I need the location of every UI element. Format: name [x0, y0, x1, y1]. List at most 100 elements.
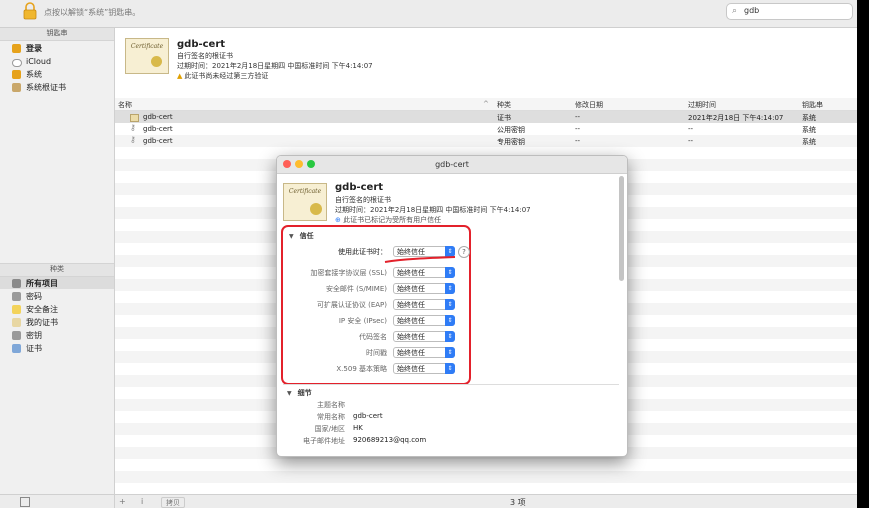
all-items-icon [12, 279, 21, 288]
certificate-dialog: gdb-cert Certificate gdb-cert 自行签名的根证书 过… [276, 155, 628, 457]
trust-label-smime: 安全邮件 (S/MIME) [325, 285, 387, 293]
copy-button[interactable]: 拷贝 [161, 497, 185, 508]
when-using-value: 始终信任 [397, 248, 425, 256]
dialog-cert-subtitle: 自行签名的根证书 [335, 196, 391, 204]
sidebar-item-label: 系统根证书 [26, 83, 66, 92]
empty-row [115, 471, 857, 483]
item-count: 3 项 [510, 498, 526, 507]
sidebar-item-login[interactable]: 登录 [12, 43, 42, 54]
warning-icon: ▲ [177, 72, 183, 80]
disclosure-triangle-icon: ▼ [287, 390, 292, 397]
column-modified[interactable]: 修改日期 [575, 100, 603, 110]
column-kind[interactable]: 种类 [497, 100, 511, 110]
lock-hint: 点按以解锁“系统”钥匙串。 [44, 8, 141, 17]
trust-select-timestamping[interactable]: 始终信任 ⇕ [393, 347, 455, 358]
table-row[interactable]: gdb-cert 证书 -- 2021年2月18日 下午4:14:07 系统 [115, 111, 857, 123]
trust-select-ipsec[interactable]: 始终信任 ⇕ [393, 315, 455, 326]
certificate-icon: Certificate [125, 38, 169, 74]
trust-select-code-signing[interactable]: 始终信任 ⇕ [393, 331, 455, 342]
add-button[interactable]: + [119, 497, 126, 506]
trust-select-smime[interactable]: 始终信任 ⇕ [393, 283, 455, 294]
row-expires: -- [688, 137, 694, 145]
search-field[interactable]: ⌕ gdb [726, 3, 853, 20]
dialog-cert-trust-note: ⊕ 此证书已标记为受所有用户信任 [335, 215, 441, 225]
certificate-icon [12, 318, 21, 327]
minimize-button[interactable] [295, 160, 303, 168]
sidebar-item-all-items[interactable]: 所有项目 [12, 278, 58, 289]
plus-icon: ⊕ [335, 216, 341, 224]
categories-header: 种类 [0, 263, 114, 277]
help-button[interactable]: ? [458, 246, 470, 258]
keychains-header: 钥匙串 [0, 28, 114, 41]
cloud-icon [12, 59, 22, 67]
sidebar-item-system-roots[interactable]: 系统根证书 [12, 82, 66, 93]
sidebar-item-passwords[interactable]: 密码 [12, 291, 42, 302]
sidebar-item-secure-notes[interactable]: 安全备注 [12, 304, 58, 315]
sidebar-item-label: 密码 [26, 292, 42, 301]
row-modified: -- [575, 113, 581, 121]
dialog-title: gdb-cert [277, 156, 627, 174]
chevron-updown-icon: ⇕ [445, 267, 455, 278]
trust-label-x509: X.509 基本策略 [336, 365, 387, 373]
annotation-underline [384, 256, 456, 263]
detail-label-country: 国家/地区 [314, 425, 345, 433]
row-keychain: 系统 [802, 138, 816, 146]
sidebar-item-icloud[interactable]: iCloud [12, 56, 52, 67]
column-expires[interactable]: 过期时间 [688, 100, 716, 110]
sidebar-item-system[interactable]: 系统 [12, 69, 42, 80]
sidebar-item-label: iCloud [26, 57, 52, 66]
sidebar: 钥匙串 登录 iCloud 系统 系统根证书 种类 所有项目 密码 安全备注 我… [0, 28, 115, 508]
trust-value: 始终信任 [397, 285, 425, 293]
details-section-toggle[interactable]: ▼ 细节 [287, 388, 312, 398]
row-modified: -- [575, 137, 581, 145]
detail-value-country: HK [353, 424, 363, 432]
trust-label-code-signing: 代码签名 [359, 333, 387, 341]
trust-value: 始终信任 [397, 365, 425, 373]
sidebar-item-label: 密钥 [26, 331, 42, 340]
trust-select-eap[interactable]: 始终信任 ⇕ [393, 299, 455, 310]
row-kind: 公用密钥 [497, 126, 525, 134]
row-expires: -- [688, 125, 694, 133]
table-header: 名称 ^ 种类 修改日期 过期时间 钥匙串 [115, 98, 857, 111]
trust-select-ssl[interactable]: 始终信任 ⇕ [393, 267, 455, 278]
cert-expires: 过期时间：2021年2月18日星期四 中国标准时间 下午4:14:07 [177, 62, 373, 70]
close-button[interactable] [283, 160, 291, 168]
empty-row [115, 459, 857, 471]
table-row[interactable]: ⚷ gdb-cert 专用密钥 -- -- 系统 [115, 135, 857, 147]
dialog-cert-expires: 过期时间：2021年2月18日星期四 中国标准时间 下午4:14:07 [335, 206, 531, 214]
trust-label-timestamping: 时间戳 [366, 349, 387, 357]
sidebar-item-label: 证书 [26, 344, 42, 353]
sidebar-item-label: 安全备注 [26, 305, 58, 314]
row-kind: 专用密钥 [497, 138, 525, 146]
toolbar: 点按以解锁“系统”钥匙串。 ⌕ gdb [0, 0, 857, 28]
main-footer: + i 拷贝 3 项 [115, 494, 857, 508]
info-button[interactable]: i [141, 497, 143, 506]
table-row[interactable]: ⚷ gdb-cert 公用密钥 -- -- 系统 [115, 123, 857, 135]
certificate-icon: Certificate [283, 183, 327, 221]
zoom-button[interactable] [307, 160, 315, 168]
trust-section-toggle[interactable]: ▼ 信任 [289, 231, 314, 241]
detail-label-email: 电子邮件地址 [303, 437, 345, 445]
panel-toggle-icon[interactable] [20, 497, 30, 507]
row-expires: 2021年2月18日 下午4:14:07 [688, 114, 784, 122]
sidebar-item-label: 系统 [26, 70, 42, 79]
chevron-updown-icon: ⇕ [445, 363, 455, 374]
key-icon [12, 292, 21, 301]
sidebar-item-keys[interactable]: 密钥 [12, 330, 42, 341]
trust-label-eap: 可扩展认证协议 (EAP) [316, 301, 387, 309]
column-keychain[interactable]: 钥匙串 [802, 100, 823, 110]
column-name[interactable]: 名称 [118, 100, 132, 110]
sidebar-item-my-certificates[interactable]: 我的证书 [12, 317, 58, 328]
scrollbar[interactable] [619, 176, 624, 281]
trust-value: 始终信任 [397, 349, 425, 357]
certificate-icon [12, 344, 21, 353]
cert-name: gdb-cert [177, 39, 226, 50]
lock-icon[interactable] [22, 2, 38, 20]
chevron-updown-icon: ⇕ [445, 347, 455, 358]
row-keychain: 系统 [802, 114, 816, 122]
trust-select-x509[interactable]: 始终信任 ⇕ [393, 363, 455, 374]
sidebar-item-certificates[interactable]: 证书 [12, 343, 42, 354]
dialog-cert-trust-note-text: 此证书已标记为受所有用户信任 [343, 216, 442, 224]
sidebar-item-label: 我的证书 [26, 318, 58, 327]
search-value: gdb [744, 6, 760, 15]
